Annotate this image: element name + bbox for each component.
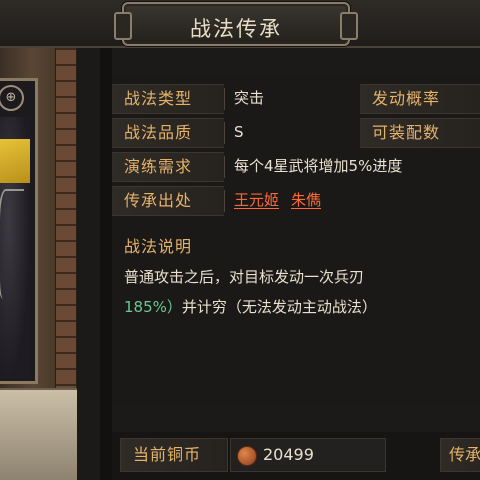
row-source: 传承出处 王元姬 朱儁 <box>112 186 480 216</box>
source-link-1[interactable]: 王元姬 <box>234 191 279 209</box>
card-art <box>0 117 30 379</box>
row-separator <box>224 88 225 110</box>
row-type: 战法类型 突击 发动概率 <box>112 84 480 114</box>
coin-value: 20499 <box>263 445 314 464</box>
description-line-1: 普通攻击之后，对目标发动一次兵刃 <box>124 268 365 286</box>
page-title: 战法传承 <box>190 17 282 41</box>
description-line-2: 185%）并计穷（无法发动主动战法） <box>124 292 480 322</box>
quality-value: S <box>234 123 244 141</box>
info-panel: 战法类型 突击 发动概率 战法品质 S 可装配数 演练需求 每个4星武将增加5%… <box>112 78 480 402</box>
row-train: 演练需求 每个4星武将增加5%进度 <box>112 152 480 182</box>
source-values: 王元姬 朱儁 <box>228 186 333 216</box>
stone-base <box>0 388 77 480</box>
row-separator <box>224 190 225 212</box>
row-separator <box>224 156 225 178</box>
train-label: 演练需求 <box>112 152 224 182</box>
card-badge-icon: ⊕ <box>0 85 24 111</box>
prob-label: 发动概率 <box>360 84 480 114</box>
description-text: 普通攻击之后，对目标发动一次兵刃 185%）并计穷（无法发动主动战法） <box>124 262 480 322</box>
title-plate: 战法传承 <box>114 2 358 46</box>
description-highlight: 185%） <box>124 298 182 316</box>
bottom-bar: 当前铜币 20499 传承 <box>112 432 480 480</box>
source-link-2[interactable]: 朱儁 <box>291 191 321 209</box>
skill-card[interactable]: ⊕ <box>0 78 38 384</box>
equip-label: 可装配数 <box>360 118 480 148</box>
coin-display: 20499 <box>230 438 386 472</box>
top-bar: 战法传承 <box>0 0 480 48</box>
card-art-gold <box>0 139 30 183</box>
quality-label: 战法品质 <box>112 118 224 148</box>
coin-label: 当前铜币 <box>120 438 228 472</box>
type-value: 突击 <box>234 89 265 107</box>
type-label: 战法类型 <box>112 84 224 114</box>
row-separator <box>224 122 225 144</box>
panel-divider <box>100 48 112 480</box>
description-title: 战法说明 <box>124 237 193 256</box>
source-label: 传承出处 <box>112 186 224 216</box>
inherit-button[interactable]: 传承 <box>440 438 480 472</box>
description-line-2-rest: 并计穷（无法发动主动战法） <box>181 298 377 316</box>
card-art-sketch <box>0 189 24 299</box>
copper-coin-icon <box>237 446 257 466</box>
row-quality: 战法品质 S 可装配数 <box>112 118 480 148</box>
train-value: 每个4星武将增加5%进度 <box>234 157 403 175</box>
